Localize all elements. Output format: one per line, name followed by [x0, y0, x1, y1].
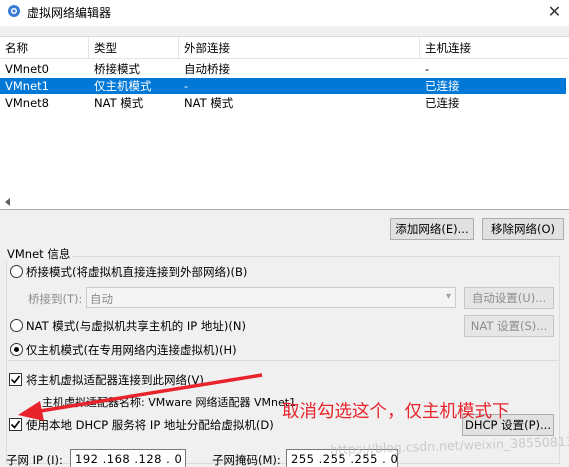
annotation-text: 取消勾选这个，仅主机模式下 — [282, 402, 510, 422]
annotation-arrow-icon — [18, 373, 263, 421]
